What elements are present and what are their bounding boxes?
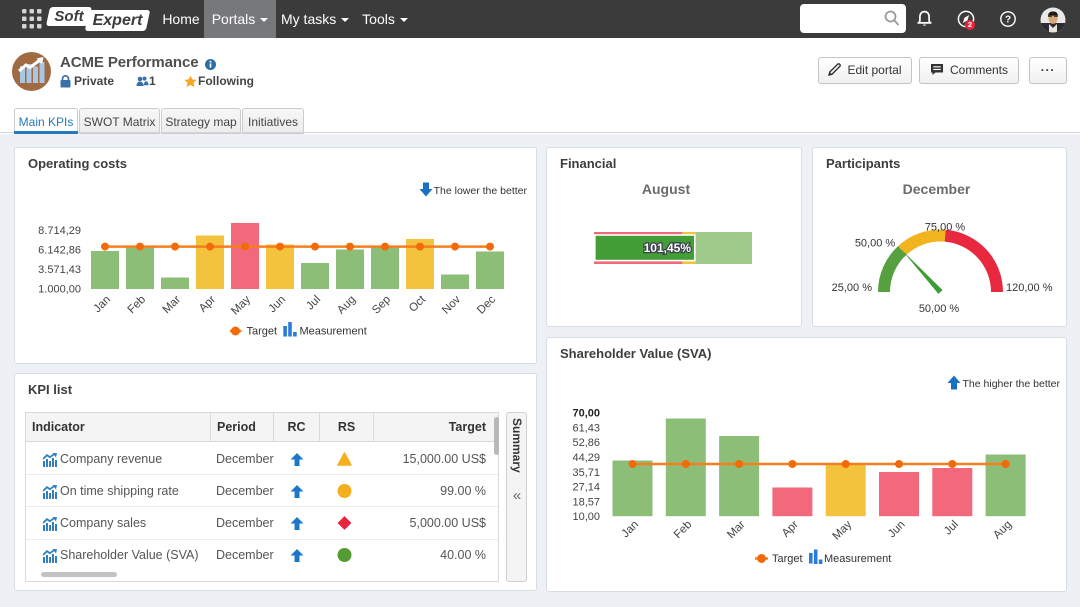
svg-text:Jun: Jun xyxy=(886,519,908,541)
svg-text:Aug: Aug xyxy=(335,294,358,317)
svg-text:27,14: 27,14 xyxy=(572,482,600,494)
svg-text:75,00 %: 75,00 % xyxy=(925,222,966,234)
svg-text:101,45%: 101,45% xyxy=(644,241,692,255)
svg-text:18,57: 18,57 xyxy=(572,496,600,508)
svg-text:10,00: 10,00 xyxy=(572,511,600,523)
svg-text:Sep: Sep xyxy=(370,294,393,317)
svg-text:The lower the better: The lower the better xyxy=(434,185,528,197)
svg-text:70,00: 70,00 xyxy=(572,408,600,420)
svg-text:Jul: Jul xyxy=(942,519,961,538)
svg-text:44,29: 44,29 xyxy=(572,452,600,464)
svg-text:Measurement: Measurement xyxy=(824,553,891,565)
svg-text:Dec: Dec xyxy=(475,293,498,316)
svg-text:Mar: Mar xyxy=(725,519,748,542)
svg-text:3.571,43: 3.571,43 xyxy=(38,264,81,276)
svg-text:Target: Target xyxy=(772,553,803,565)
svg-text:Jul: Jul xyxy=(304,294,323,313)
svg-text:1.000,00: 1.000,00 xyxy=(38,284,81,296)
svg-text:Oct: Oct xyxy=(407,293,429,315)
svg-text:Target: Target xyxy=(247,326,278,338)
svg-text:The higher the better: The higher the better xyxy=(963,378,1061,390)
svg-text:Jan: Jan xyxy=(92,294,114,316)
svg-text:May: May xyxy=(830,518,854,542)
svg-text:8.714,29: 8.714,29 xyxy=(38,225,81,237)
svg-text:Feb: Feb xyxy=(126,294,149,317)
svg-text:Jan: Jan xyxy=(620,519,642,541)
svg-text:Measurement: Measurement xyxy=(300,326,367,338)
svg-text:52,86: 52,86 xyxy=(572,437,600,449)
svg-text:Aug: Aug xyxy=(991,519,1014,542)
svg-text:May: May xyxy=(229,293,253,317)
svg-text:Apr: Apr xyxy=(197,294,218,315)
svg-text:Mar: Mar xyxy=(161,294,184,317)
svg-text:120,00 %: 120,00 % xyxy=(1006,282,1053,294)
svg-text:61,43: 61,43 xyxy=(572,422,600,434)
svg-text:50,00 %: 50,00 % xyxy=(855,238,896,250)
svg-text:Nov: Nov xyxy=(440,293,463,316)
svg-text:35,71: 35,71 xyxy=(572,467,600,479)
svg-text:?: ? xyxy=(1005,15,1011,26)
svg-text:6.142,86: 6.142,86 xyxy=(38,245,81,257)
svg-text:Feb: Feb xyxy=(672,519,695,542)
svg-text:50,00 %: 50,00 % xyxy=(919,303,960,315)
svg-text:Apr: Apr xyxy=(780,519,801,540)
svg-text:25,00 %: 25,00 % xyxy=(832,282,873,294)
svg-text:Jun: Jun xyxy=(267,294,289,316)
